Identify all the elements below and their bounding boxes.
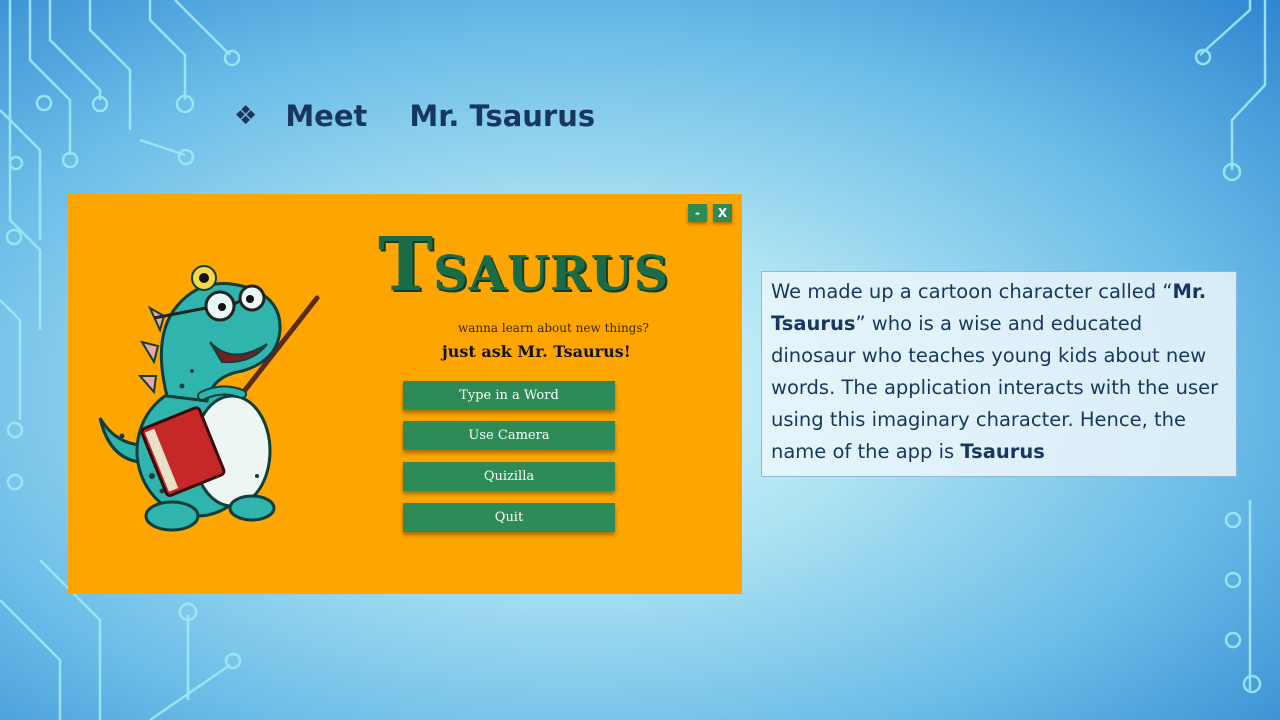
use-camera-button[interactable]: Use Camera [403, 421, 615, 450]
quit-button[interactable]: Quit [403, 503, 615, 532]
slide-title-part2: Mr. Tsaurus [409, 99, 596, 133]
dinosaur-mascot-image [98, 265, 320, 532]
logo-rest: SAURUS [433, 246, 670, 302]
slide-title-part1: Meet [285, 99, 368, 133]
type-word-button[interactable]: Type in a Word [403, 381, 615, 410]
logo-initial: T [378, 222, 434, 308]
slide-title: ❖ Meet Mr. Tsaurus [234, 96, 595, 136]
tagline: wanna learn about new things? [458, 321, 649, 335]
description-box: We made up a cartoon character called “M… [761, 271, 1237, 477]
tsaurus-logo: TSAURUS [378, 228, 668, 318]
description-text-1: We made up a cartoon character called “ [771, 280, 1173, 303]
minimize-button[interactable]: - [688, 204, 707, 222]
quizilla-button[interactable]: Quizilla [403, 462, 615, 491]
diamond-bullet-icon: ❖ [234, 101, 258, 131]
app-window: - X TSAURUS wanna learn about new things… [68, 194, 742, 594]
ask-heading: just ask Mr. Tsaurus! [442, 342, 631, 361]
close-button[interactable]: X [713, 204, 732, 222]
description-app-name: Tsaurus [960, 440, 1045, 463]
